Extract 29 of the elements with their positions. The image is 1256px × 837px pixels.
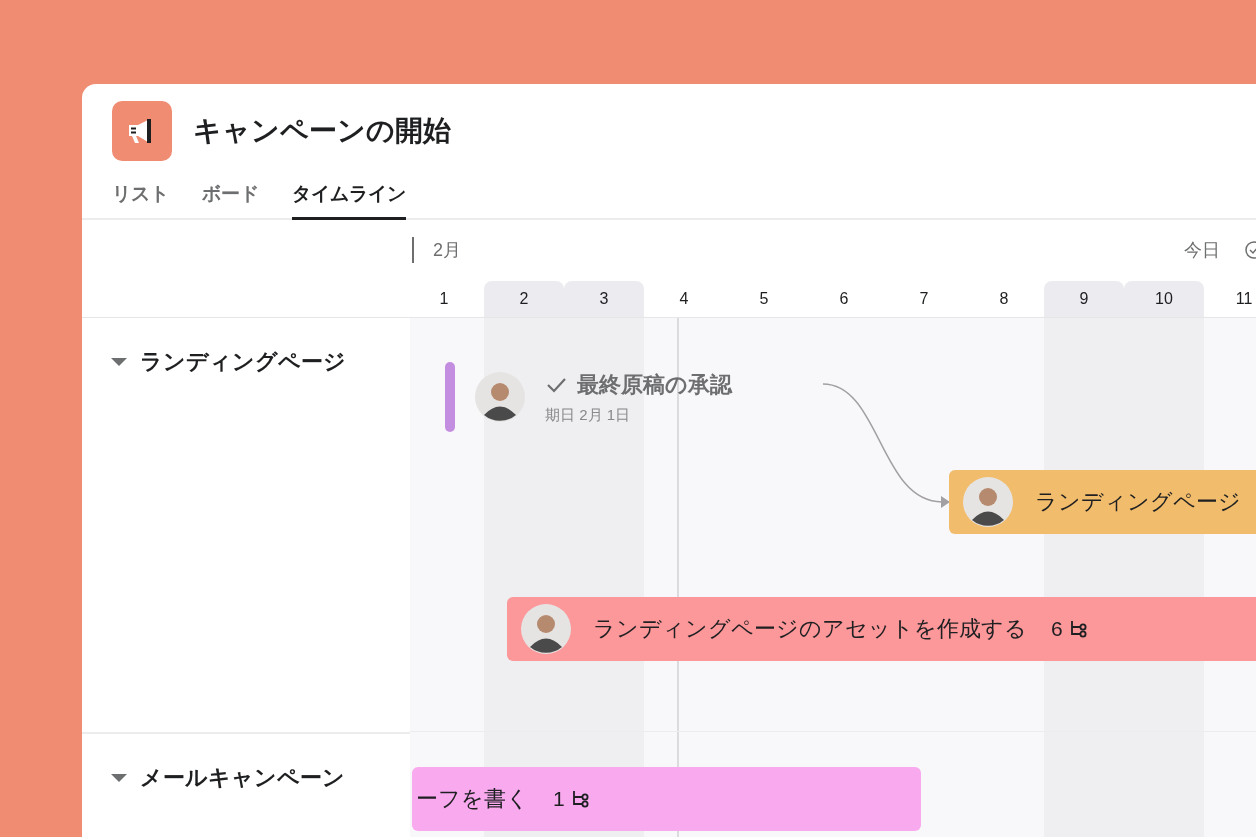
task-bar[interactable]: ーフを書く 1 (412, 767, 921, 831)
view-tab[interactable]: リスト (112, 177, 169, 220)
month-marker (412, 237, 414, 264)
today-button[interactable]: 今日 (1184, 238, 1220, 263)
subtask-count: 6 (1051, 617, 1063, 641)
day-label: 2 (484, 280, 564, 317)
task-title: ランディングページのアセットを作成する (593, 615, 1027, 643)
view-tab[interactable]: タイムライン (292, 177, 406, 220)
day-label: 3 (564, 280, 644, 317)
day-label: 9 (1044, 280, 1124, 317)
day-label: 10 (1124, 280, 1204, 317)
task-title: ランディングページ (1035, 488, 1241, 516)
month-label: 2月 (433, 239, 461, 263)
avatar-silhouette (521, 604, 571, 654)
avatar-silhouette (475, 372, 525, 422)
project-title: キャンペーンの開始 (193, 114, 451, 148)
avatar-silhouette (963, 477, 1013, 527)
megaphone-icon (112, 101, 172, 161)
subtask-icon (570, 789, 591, 809)
section-name: メールキャンペーン (140, 764, 345, 792)
task-title: ーフを書く (416, 785, 529, 813)
due-date: 期日 2月 1日 (545, 405, 632, 425)
subtask-icon (1068, 619, 1089, 639)
view-tab[interactable]: ボード (202, 177, 259, 220)
task-bar[interactable]: ランディングページのアセットを作成する 6 (507, 597, 1256, 661)
subtask-count: 1 (553, 787, 565, 811)
task-bar[interactable]: ランディングページ (949, 470, 1256, 534)
milestone-title: 最終原稿の承認 (577, 370, 732, 399)
section-name: ランディングページ (140, 348, 346, 376)
